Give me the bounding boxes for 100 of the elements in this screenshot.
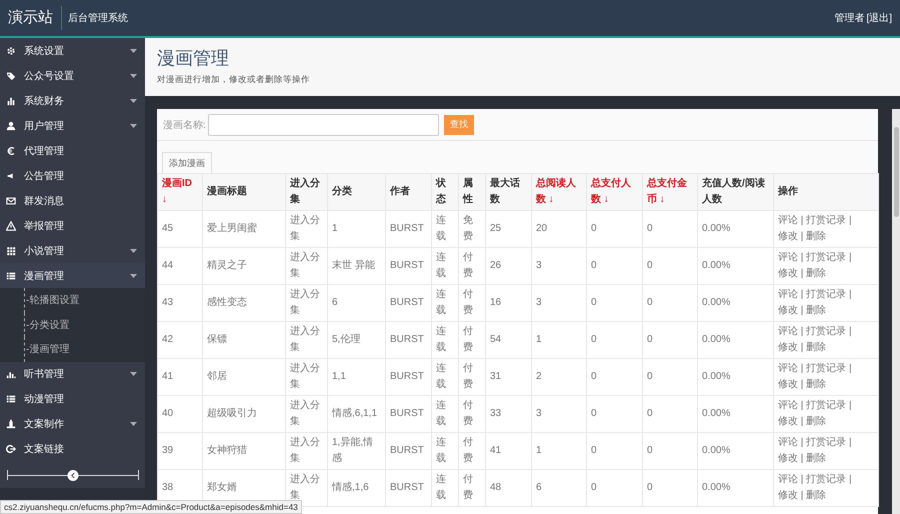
episodes-link[interactable]: 进入分集 (286, 248, 328, 284)
action-link[interactable]: 删除 (806, 231, 826, 242)
separator-text: | (800, 363, 804, 374)
table-cell: 超级吸引力 (202, 396, 286, 432)
separator-text: | (800, 453, 804, 464)
logout-link[interactable]: [退出] (866, 11, 892, 25)
submenu-item[interactable]: -轮播图设置 (24, 288, 145, 312)
action-link[interactable]: 打赏记录 (806, 474, 846, 485)
action-link[interactable]: 打赏记录 (806, 252, 846, 263)
action-link[interactable]: 评论 (778, 289, 798, 300)
table-cell: 54 (486, 322, 532, 358)
page-title: 漫画管理 (157, 47, 230, 70)
action-link[interactable]: 评论 (778, 215, 798, 226)
episodes-link[interactable]: 进入分集 (286, 322, 328, 358)
action-link[interactable]: 打赏记录 (806, 326, 846, 337)
submenu-item[interactable]: -分类设置 (24, 312, 145, 337)
sidebar-item[interactable]: 代理管理 (0, 138, 145, 163)
action-link[interactable]: 修改 (778, 416, 798, 427)
action-link[interactable]: 修改 (778, 268, 798, 279)
caret-icon (130, 74, 137, 78)
sidebar-item[interactable]: 系统设置 (0, 38, 145, 63)
separator-text: | (800, 252, 804, 263)
episodes-link[interactable]: 进入分集 (286, 358, 328, 396)
action-link[interactable]: 修改 (778, 490, 798, 501)
action-link[interactable]: 删除 (806, 342, 826, 353)
episodes-link[interactable]: 进入分集 (286, 396, 328, 432)
action-link[interactable]: 评论 (778, 326, 798, 337)
sidebar-item[interactable]: 文案链接 (0, 436, 145, 462)
episodes-link[interactable]: 进入分集 (286, 284, 328, 322)
action-link[interactable]: 打赏记录 (806, 400, 846, 411)
user-icon (6, 120, 16, 130)
sidebar-collapse-slider[interactable] (6, 470, 138, 480)
separator-text: | (800, 215, 804, 226)
action-link[interactable]: 修改 (778, 453, 798, 464)
table-cell: 0.00% (698, 284, 774, 322)
table-cell: 6 (532, 470, 586, 506)
caret-icon (130, 48, 137, 52)
table-cell: BURST (386, 470, 432, 506)
table-cell: 付费 (458, 248, 486, 284)
action-link[interactable]: 打赏记录 (806, 215, 846, 226)
table-cell: 1 (328, 210, 386, 248)
sidebar-item[interactable]: 用户管理 (0, 113, 145, 138)
action-link[interactable]: 删除 (806, 416, 826, 427)
episodes-link[interactable]: 进入分集 (286, 432, 328, 470)
sidebar-item[interactable]: 漫画管理 (0, 263, 145, 288)
action-link[interactable]: 删除 (806, 305, 826, 316)
action-link[interactable]: 打赏记录 (806, 437, 846, 448)
action-link[interactable]: 评论 (778, 400, 798, 411)
action-link[interactable]: 修改 (778, 305, 798, 316)
table-cell: 感性变态 (202, 284, 286, 322)
action-link[interactable]: 评论 (778, 437, 798, 448)
table-cell: 3 (532, 284, 586, 322)
separator-text: | (800, 305, 804, 316)
sidebar-item[interactable]: 群发消息 (0, 188, 145, 213)
episodes-link[interactable]: 进入分集 (286, 210, 328, 248)
separator-text: | (800, 231, 804, 242)
sidebar-item[interactable]: 系统财务 (0, 88, 145, 113)
sidebar-item[interactable]: 小说管理 (0, 238, 145, 263)
column-header[interactable]: 总阅读人数 ↓ (532, 174, 586, 210)
slider-thumb[interactable] (67, 470, 78, 480)
column-header[interactable]: 总支付人数 ↓ (586, 174, 642, 210)
action-link[interactable]: 评论 (778, 363, 798, 374)
action-link[interactable]: 打赏记录 (806, 289, 846, 300)
search-field[interactable] (208, 114, 439, 136)
table-cell: 5,伦理 (328, 322, 386, 358)
table-cell: 0 (642, 322, 698, 358)
sidebar-item[interactable]: 文案制作 (0, 412, 145, 436)
sidebar-item[interactable]: 举报管理 (0, 213, 145, 238)
sidebar-item[interactable]: 公告管理 (0, 163, 145, 188)
table-cell: 连载 (432, 322, 458, 358)
action-link[interactable]: 修改 (778, 342, 798, 353)
column-header[interactable]: 漫画ID ↓ (158, 174, 202, 210)
separator-text: | (848, 400, 852, 411)
sidebar-item[interactable]: 动漫管理 (0, 386, 145, 412)
caret-icon (130, 248, 137, 252)
table-cell: 6 (328, 284, 386, 322)
column-header[interactable]: 总支付金币 ↓ (642, 174, 698, 210)
warning-icon (6, 220, 16, 230)
action-link[interactable]: 修改 (778, 379, 798, 390)
action-link[interactable]: 打赏记录 (806, 363, 846, 374)
euro-icon (6, 146, 16, 156)
action-link[interactable]: 删除 (806, 268, 826, 279)
action-link[interactable]: 删除 (806, 379, 826, 390)
table-cell: 付费 (458, 358, 486, 396)
sidebar-item[interactable]: 听书管理 (0, 362, 145, 386)
table-cell: 0.00% (698, 396, 774, 432)
action-link[interactable]: 评论 (778, 252, 798, 263)
action-link[interactable]: 删除 (806, 453, 826, 464)
separator-text: | (800, 474, 804, 485)
table-cell: 0 (586, 358, 642, 396)
action-link[interactable]: 评论 (778, 474, 798, 485)
action-link[interactable]: 修改 (778, 231, 798, 242)
caret-icon (130, 274, 137, 278)
table-cell: 0.00% (698, 470, 774, 506)
table-cell: 0.00% (698, 432, 774, 470)
action-link[interactable]: 删除 (806, 490, 826, 501)
table-cell: 0 (586, 396, 642, 432)
add-comic-button[interactable]: 添加漫画 (162, 152, 212, 174)
sidebar-item[interactable]: 公众号设置 (0, 63, 145, 88)
table-cell: 付费 (458, 284, 486, 322)
